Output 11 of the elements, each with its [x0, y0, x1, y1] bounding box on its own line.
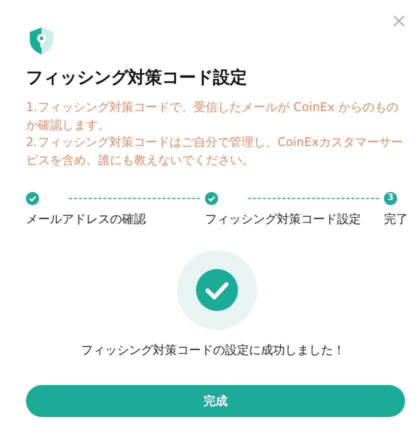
notice-text: 2.フィッシング対策コードはご自分で管理し、CoinExカスタマーサービスを含め、誰にも教えないでください。 [26, 134, 404, 168]
complete-button[interactable]: 完成 [26, 385, 405, 417]
step-label: フィッシング対策コード設定 [205, 211, 362, 228]
shield-icon [28, 26, 55, 56]
dialog-title: フィッシング対策コード設定 [26, 67, 248, 89]
step-number: 3 [384, 192, 397, 204]
success-message: フィッシング対策コードの設定に成功しました！ [80, 342, 346, 359]
notice-text: 1.フィッシング対策コードで、受信したメールが CoinEx からのものか確認します。 [26, 99, 400, 134]
step-label: メールアドレスの確認 [26, 211, 147, 228]
close-icon[interactable] [393, 15, 405, 27]
step-label: 完了 [384, 211, 408, 228]
